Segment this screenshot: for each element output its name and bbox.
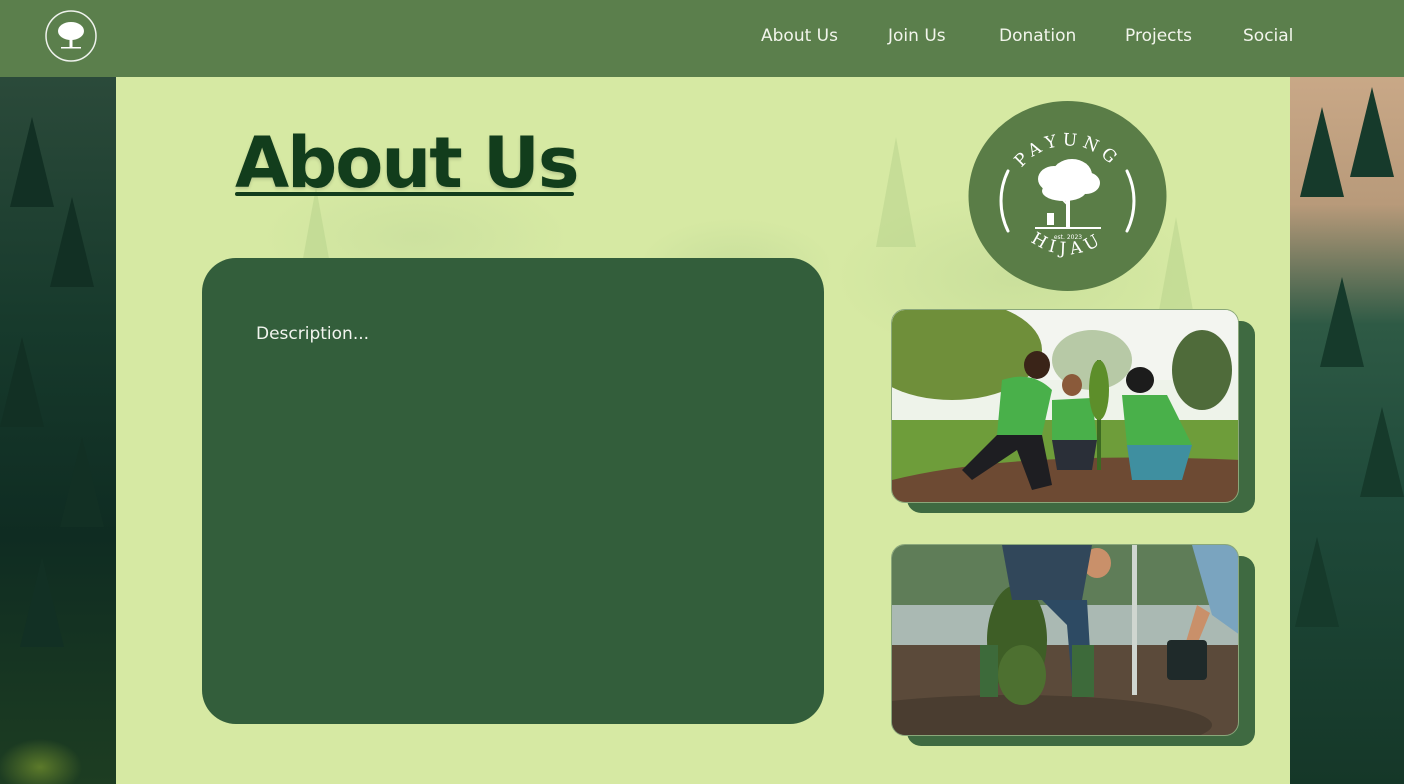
tree-planting-photo-volunteers — [891, 309, 1239, 503]
tree-planting-photo-gardeners — [891, 544, 1239, 736]
nav-projects[interactable]: Projects — [1125, 24, 1192, 48]
nav-social[interactable]: Social — [1243, 24, 1293, 48]
site-header: About Us Join Us Donation Projects Socia… — [0, 0, 1404, 77]
photo-card-gardeners — [891, 544, 1255, 750]
photo-card-volunteers — [891, 309, 1255, 515]
nav-join-us[interactable]: Join Us — [888, 24, 946, 48]
main-nav: About Us Join Us Donation Projects Socia… — [0, 24, 1404, 50]
description-text: Description... — [256, 324, 370, 344]
forest-background-right — [1290, 77, 1404, 784]
about-us-panel: About Us Description... PAYUNG HIJAU est… — [116, 77, 1290, 784]
description-card: Description... — [202, 258, 824, 724]
nav-about-us[interactable]: About Us — [761, 24, 838, 48]
payung-hijau-emblem: PAYUNG HIJAU est. 2023 — [968, 101, 1167, 291]
title-underline — [235, 192, 574, 196]
nav-donation[interactable]: Donation — [999, 24, 1076, 48]
ghost-tree-decoration — [876, 137, 916, 247]
emblem-est-text: est. 2023 — [1054, 234, 1082, 241]
forest-background-left — [0, 77, 116, 784]
